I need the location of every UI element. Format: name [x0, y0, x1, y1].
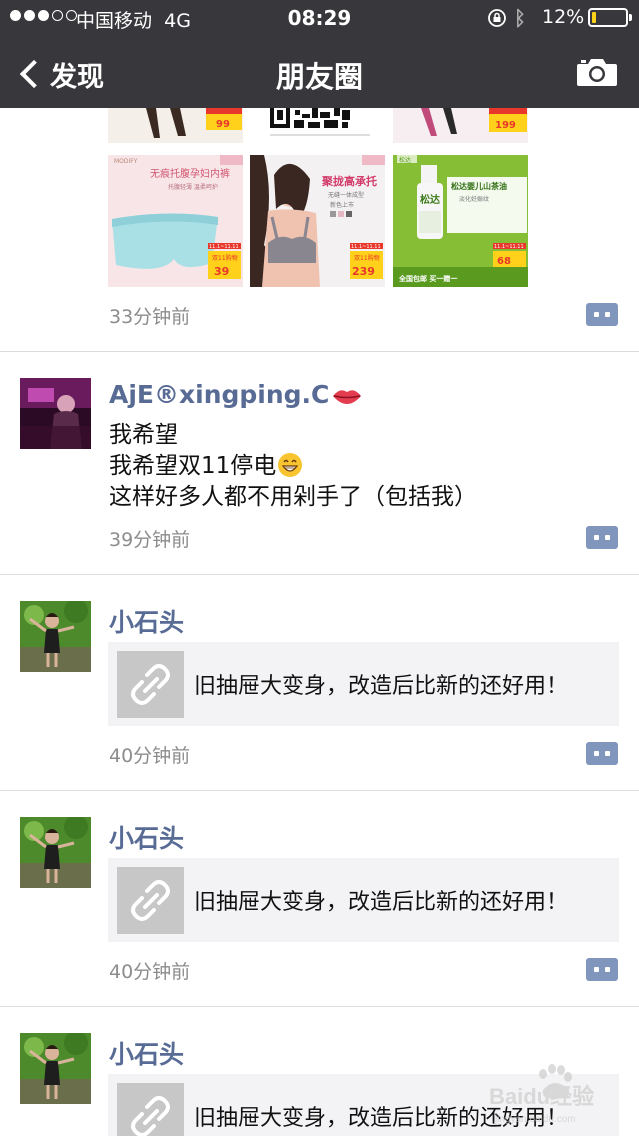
- post-time: 40分钟前: [109, 961, 191, 983]
- post-text-line: 这样好多人都不用剁手了（包括我）: [109, 484, 477, 510]
- divider: [0, 790, 639, 791]
- avatar[interactable]: [20, 378, 91, 449]
- svg-text:jingyan.baidu.com: jingyan.baidu.com: [494, 1114, 576, 1125]
- post-image[interactable]: 199: [393, 108, 528, 143]
- post-text: 我希望 我希望双11停电 这样好多人都不用剁手了（包括我）: [109, 420, 477, 513]
- post-text-line: 我希望: [109, 422, 178, 448]
- qr-code-image[interactable]: [250, 108, 385, 143]
- link-title: 旧抽屉大变身，改造后比新的还好用！: [194, 890, 569, 915]
- avatar[interactable]: [20, 1033, 91, 1104]
- link-thumbnail: [117, 651, 184, 718]
- svg-text:无痕托腹孕妇内裤: 无痕托腹孕妇内裤: [150, 167, 230, 180]
- divider: [0, 1006, 639, 1007]
- svg-text:松达: 松达: [420, 193, 440, 206]
- orientation-lock-icon: [488, 9, 506, 27]
- post-author-name[interactable]: AjE®xingping.C: [109, 380, 362, 409]
- grin-emoji-icon: [278, 453, 303, 477]
- svg-text:199: 199: [495, 120, 516, 131]
- svg-text:松达婴儿山茶油: 松达婴儿山茶油: [451, 181, 507, 191]
- link-title: 旧抽屉大变身，改造后比新的还好用！: [194, 674, 569, 699]
- svg-text:68: 68: [497, 256, 511, 267]
- svg-text:99: 99: [216, 119, 230, 130]
- divider: [0, 351, 639, 352]
- svg-text:无缝一体成型: 无缝一体成型: [328, 191, 364, 199]
- lips-emoji-icon: [333, 390, 362, 404]
- camera-icon[interactable]: [576, 57, 618, 87]
- link-card[interactable]: 旧抽屉大变身，改造后比新的还好用！: [108, 858, 619, 942]
- top-bar: 中国移动 4G 08:29 ᛒ 12% 发现 朋友圈: [0, 0, 639, 108]
- svg-text:11.1~11.11: 11.1~11.11: [494, 244, 524, 250]
- baidu-jingyan-watermark: Baidu经验 jingyan.baidu.com: [485, 1060, 635, 1130]
- svg-text:淡化妊娠纹: 淡化妊娠纹: [459, 195, 489, 203]
- svg-text:239: 239: [352, 265, 375, 278]
- post-image[interactable]: 99: [108, 108, 243, 143]
- link-icon: [131, 1096, 170, 1136]
- svg-text:Baidu经验: Baidu经验: [489, 1084, 594, 1109]
- avatar[interactable]: [20, 601, 91, 672]
- link-thumbnail: [117, 1083, 184, 1136]
- comment-button[interactable]: [586, 303, 618, 326]
- post-image[interactable]: 聚拢高承托 无缝一体成型 新色上市 11.1~11.11 双11购物 239: [250, 155, 385, 287]
- svg-text:聚拢高承托: 聚拢高承托: [321, 174, 377, 188]
- post-time: 33分钟前: [109, 306, 191, 328]
- svg-text:11.1~11.11: 11.1~11.11: [351, 244, 381, 250]
- comment-button[interactable]: [586, 958, 618, 981]
- svg-text:MODIFY: MODIFY: [114, 158, 138, 165]
- post-author-name[interactable]: 小石头: [109, 603, 184, 639]
- post-time: 40分钟前: [109, 745, 191, 767]
- svg-text:新色上市: 新色上市: [330, 201, 354, 209]
- comment-button[interactable]: [586, 526, 618, 549]
- battery-percent: 12%: [542, 6, 585, 28]
- link-thumbnail: [117, 867, 184, 934]
- post-text-line: 我希望双11停电: [109, 451, 477, 482]
- svg-text:松达: 松达: [399, 156, 411, 164]
- svg-text:39: 39: [214, 265, 229, 278]
- status-bar: 中国移动 4G 08:29 ᛒ 12%: [0, 0, 639, 36]
- bluetooth-icon: ᛒ: [514, 6, 526, 30]
- svg-text:托腹轻薄 温柔呵护: 托腹轻薄 温柔呵护: [168, 183, 218, 191]
- svg-text:11.1~11.11: 11.1~11.11: [209, 244, 239, 250]
- link-icon: [131, 880, 170, 921]
- post-author-name[interactable]: 小石头: [109, 819, 184, 855]
- avatar[interactable]: [20, 817, 91, 888]
- svg-text:双11购物: 双11购物: [212, 254, 238, 262]
- page-title: 朋友圈: [275, 60, 363, 94]
- link-icon: [131, 664, 170, 705]
- link-card[interactable]: 旧抽屉大变身，改造后比新的还好用！: [108, 642, 619, 726]
- post-time: 39分钟前: [109, 529, 191, 551]
- svg-text:双11购物: 双11购物: [354, 254, 380, 262]
- post-image[interactable]: 松达 松达 松达婴儿山茶油 淡化妊娠纹 11.1~11.11 68 全国包邮 买…: [393, 155, 528, 287]
- svg-text:全国包邮 买一赠一: 全国包邮 买一赠一: [398, 274, 457, 283]
- post-author-name[interactable]: 小石头: [109, 1035, 184, 1071]
- divider: [0, 574, 639, 575]
- comment-button[interactable]: [586, 742, 618, 765]
- post-image[interactable]: MODIFY 无痕托腹孕妇内裤 托腹轻薄 温柔呵护 11.1~11.11 双11…: [108, 155, 243, 287]
- battery-icon: [588, 8, 632, 27]
